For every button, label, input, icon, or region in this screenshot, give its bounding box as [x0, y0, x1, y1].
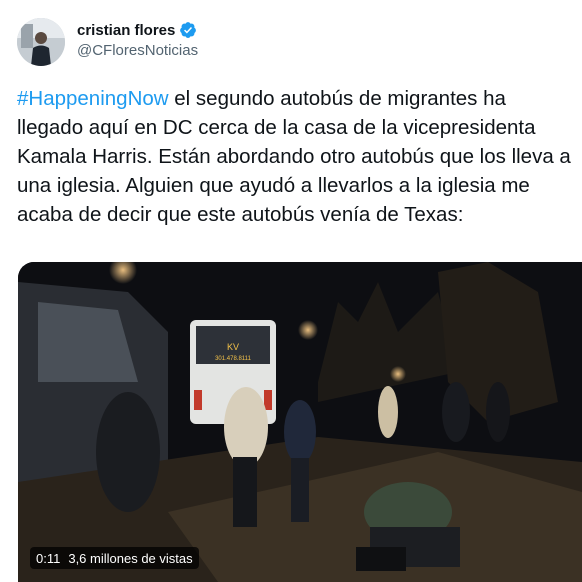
video-view-count: 3,6 millones de vistas: [68, 550, 193, 566]
author-name-row[interactable]: cristian flores: [77, 21, 197, 39]
video-player[interactable]: KV 301.478.8111: [18, 262, 582, 582]
video-frame: KV 301.478.8111: [18, 262, 582, 582]
video-info-badge: 0:11 3,6 millones de vistas: [30, 547, 199, 569]
verified-badge-icon: [179, 21, 197, 39]
video-duration: 0:11: [36, 550, 61, 566]
author-display-name[interactable]: cristian flores: [77, 22, 175, 39]
tweet-text: #HappeningNow el segundo autobús de migr…: [17, 84, 573, 229]
hashtag-link[interactable]: #HappeningNow: [17, 87, 169, 110]
avatar[interactable]: [17, 18, 65, 66]
bus-phone: 301.478.8111: [215, 356, 251, 362]
bus-sign: KV: [227, 342, 239, 352]
avatar-photo: [17, 18, 65, 66]
author-handle[interactable]: @CFloresNoticias: [77, 42, 198, 59]
